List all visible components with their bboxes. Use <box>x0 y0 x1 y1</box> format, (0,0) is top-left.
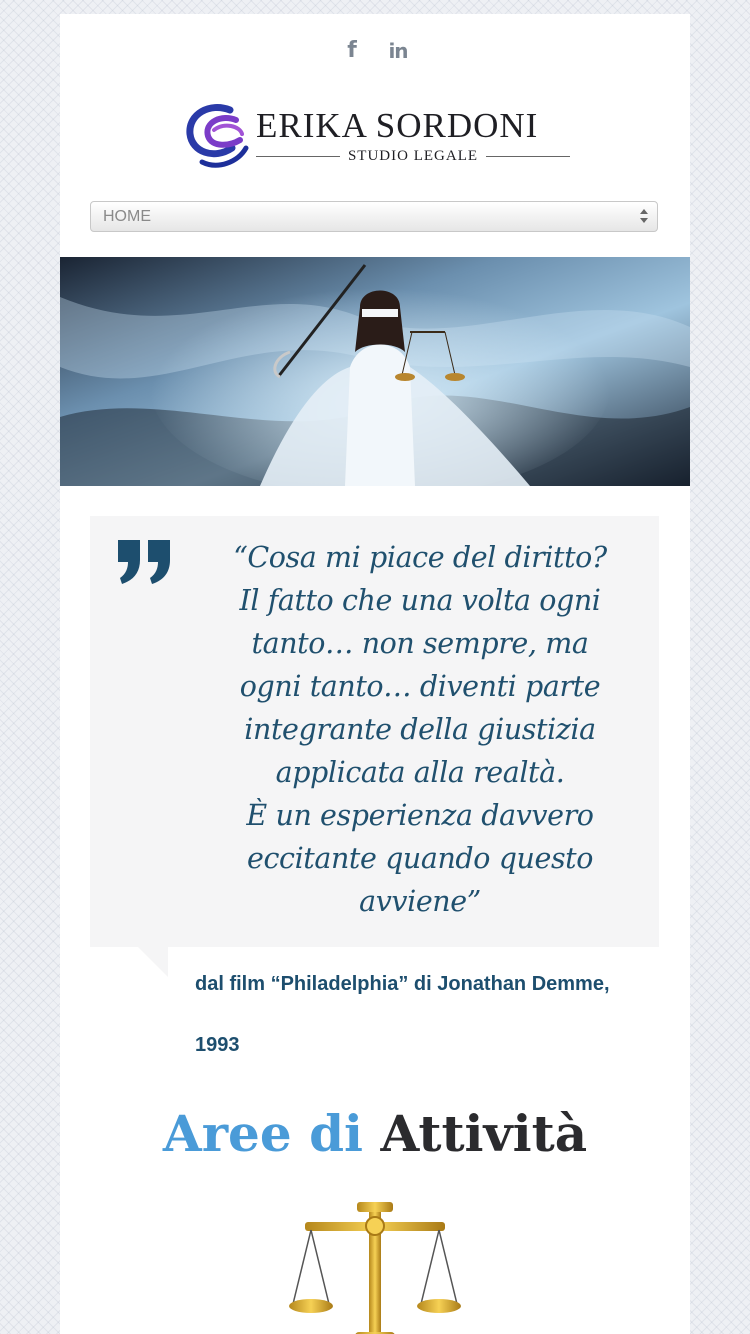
section-title: Aree di Attività <box>60 1104 690 1164</box>
quote-source-line: dal film “Philadelphia” di Jonathan Demm… <box>195 973 610 995</box>
logo-divider <box>486 155 571 157</box>
quote-line: integrante della giustizia <box>244 713 596 746</box>
navigation-select-value: HOME <box>103 208 151 225</box>
logo-subtitle: STUDIO LEGALE <box>347 147 479 164</box>
quote-line: applicata alla realtà. <box>275 756 565 789</box>
quote-source-year: 1993 <box>195 1034 240 1056</box>
logo-name: ERIKA SORDONI <box>256 106 539 145</box>
quote-tail <box>138 947 168 977</box>
quote-line: ogni tanto… diventi parte <box>239 670 601 703</box>
logo-subtitle-row: STUDIO LEGALE <box>256 147 571 164</box>
site-logo[interactable]: ERIKA SORDONI STUDIO LEGALE <box>180 100 572 172</box>
quote-line: È un esperienza davvero <box>246 799 594 832</box>
logo-divider <box>256 155 340 157</box>
section-title-accent: Aree di <box>162 1104 364 1163</box>
quote-line: “Cosa mi piace del diritto? <box>233 541 607 574</box>
select-arrows-icon <box>640 209 648 223</box>
section-title-main: Attività <box>380 1104 588 1163</box>
navigation-select[interactable]: HOME <box>90 201 658 232</box>
scales-of-justice-icon <box>289 1202 461 1334</box>
facebook-icon[interactable]: f <box>341 38 363 64</box>
quote-line: avviene” <box>359 885 481 918</box>
hero-banner-image <box>60 257 690 486</box>
quote-line: eccitante quando questo <box>247 842 593 875</box>
linkedin-icon[interactable]: in <box>387 38 409 64</box>
quote-box: “Cosa mi piace del diritto? Il fatto che… <box>90 516 659 947</box>
quote-line: Il fatto che una volta ogni <box>239 584 601 617</box>
page-container: f in ERIKA SORDONI STUDIO LEGALE HOME “C… <box>60 14 690 1334</box>
quote-mark-icon <box>118 540 170 584</box>
social-links: f in <box>60 38 690 64</box>
quote-line: tanto… non sempre, ma <box>251 627 589 660</box>
logo-monogram-icon <box>186 104 249 168</box>
quote-text: “Cosa mi piace del diritto? Il fatto che… <box>194 536 646 923</box>
quote-source: dal film “Philadelphia” di Jonathan Demm… <box>195 954 665 1076</box>
